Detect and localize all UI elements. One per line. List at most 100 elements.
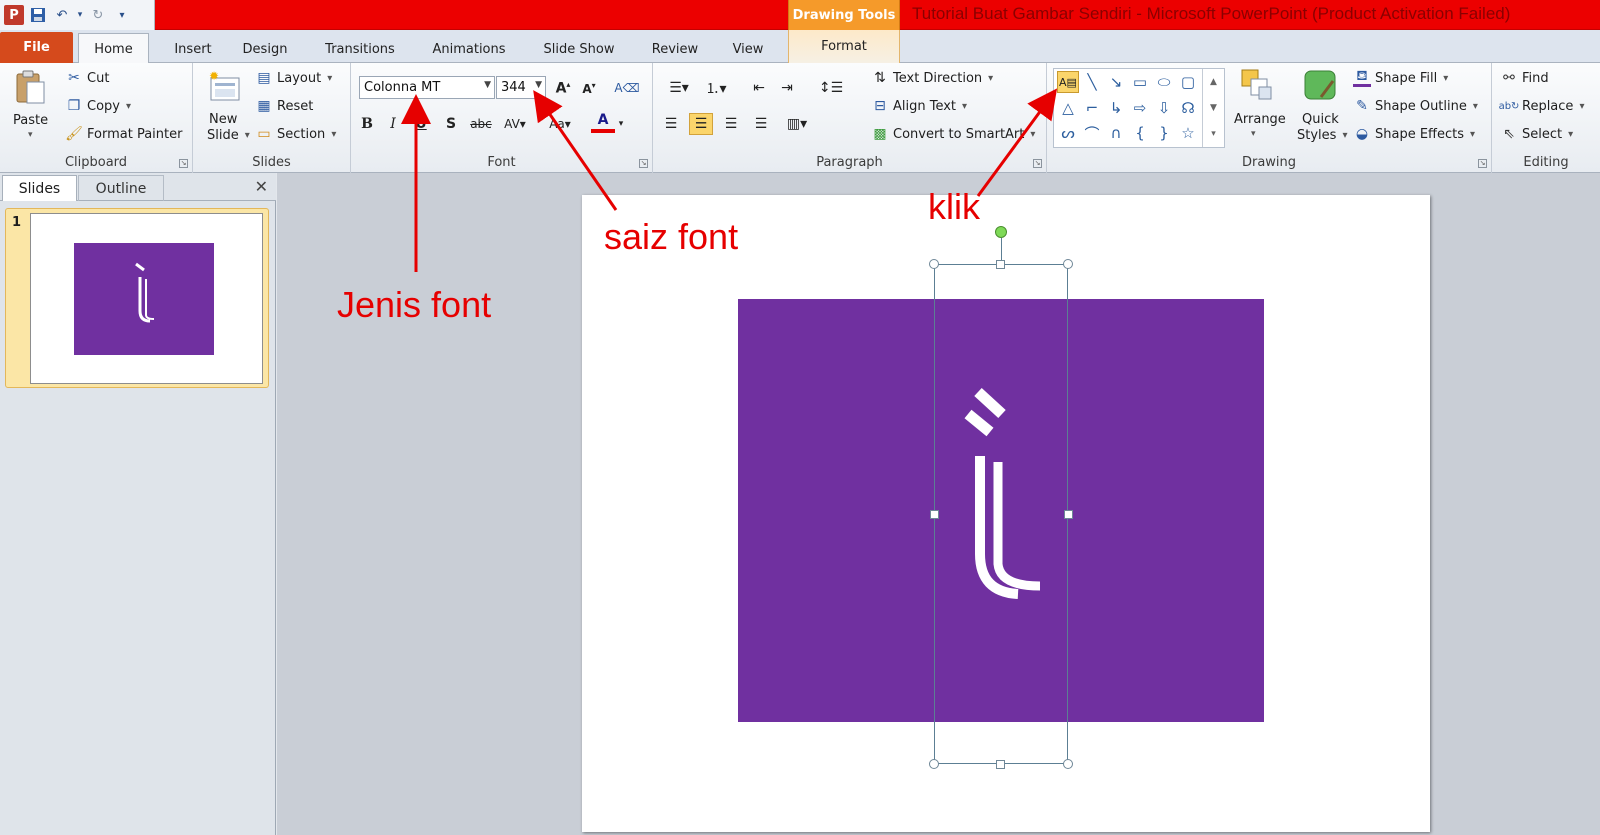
close-icon[interactable]: ✕ <box>255 177 268 196</box>
numbering-button[interactable]: ⒈▾ <box>699 77 733 99</box>
grow-font-button[interactable]: A▴ <box>551 77 575 99</box>
arrange-dropdown-icon[interactable]: ▾ <box>1251 129 1256 139</box>
convert-smartart-button[interactable]: ▩ Convert to SmartArt <box>871 125 1035 143</box>
rounded-rectangle-shape-icon[interactable]: ▢ <box>1177 71 1199 93</box>
gallery-up-icon[interactable]: ▲ <box>1210 77 1217 87</box>
quick-styles-button[interactable]: Styles <box>1297 128 1347 143</box>
oval-shape-icon[interactable]: ⬭ <box>1153 71 1175 93</box>
star-shape-icon[interactable]: ☆ <box>1177 122 1199 144</box>
gallery-down-icon[interactable]: ▼ <box>1210 103 1217 113</box>
paragraph-dialog-launcher[interactable]: ↘ <box>1033 159 1042 168</box>
resize-handle-top[interactable] <box>996 260 1005 269</box>
right-arrow-shape-icon[interactable]: ⇨ <box>1129 97 1151 119</box>
resize-handle-top-left[interactable] <box>929 259 939 269</box>
justify-button[interactable]: ☰ <box>749 113 773 135</box>
tab-home[interactable]: Home <box>78 33 149 64</box>
shape-effects-button[interactable]: ◒ Shape Effects <box>1353 125 1475 143</box>
font-size-dropdown-icon[interactable]: ▼ <box>535 80 542 90</box>
bold-button[interactable]: B <box>355 113 379 135</box>
font-name-combo[interactable]: Colonna MT ▼ <box>359 76 495 99</box>
undo-icon[interactable]: ↶ <box>52 5 72 25</box>
strikethrough-button[interactable]: abc <box>469 113 493 135</box>
gallery-more-icon[interactable]: ▾ <box>1211 129 1216 139</box>
resize-handle-bottom-right[interactable] <box>1063 759 1073 769</box>
triangle-shape-icon[interactable]: △ <box>1057 97 1079 119</box>
align-right-button[interactable]: ☰ <box>719 113 743 135</box>
layout-button[interactable]: ▤ Layout <box>255 69 332 87</box>
tab-review[interactable]: Review <box>644 36 706 63</box>
format-painter-button[interactable]: 🖌 Format Painter <box>65 125 182 143</box>
tab-format[interactable]: Format <box>788 30 900 63</box>
font-size-combo[interactable]: 344 ▼ <box>496 76 546 99</box>
paste-icon[interactable] <box>12 69 48 105</box>
reset-button[interactable]: ▦ Reset <box>255 97 313 115</box>
cut-button[interactable]: ✂ Cut <box>65 69 109 87</box>
new-slide-icon[interactable]: ✹ <box>207 69 243 105</box>
rectangle-shape-icon[interactable]: ▭ <box>1129 71 1151 93</box>
shape-outline-button[interactable]: ✎ Shape Outline <box>1353 97 1478 115</box>
line-shape-icon[interactable]: ╲ <box>1081 71 1103 93</box>
shapes-gallery-scroll[interactable]: ▲ ▼ ▾ <box>1202 69 1224 147</box>
scribble-shape-icon[interactable]: ᔕ <box>1057 122 1079 144</box>
tab-slides-pane[interactable]: Slides <box>2 175 77 201</box>
powerpoint-app-icon[interactable]: P <box>4 5 24 25</box>
shape-fill-button[interactable]: ⛾ Shape Fill <box>1353 68 1448 87</box>
rotation-handle[interactable] <box>995 226 1007 238</box>
bullets-button[interactable]: ☰▾ <box>663 77 695 99</box>
character-spacing-button[interactable]: AV▾ <box>503 113 527 135</box>
font-dialog-launcher[interactable]: ↘ <box>639 159 648 168</box>
line-spacing-button[interactable]: ↕☰ <box>815 77 847 99</box>
font-color-button[interactable]: A <box>591 111 615 133</box>
left-brace-shape-icon[interactable]: { <box>1129 122 1151 144</box>
underline-button[interactable]: U <box>409 113 433 135</box>
align-center-button[interactable]: ☰ <box>689 113 713 135</box>
shrink-font-button[interactable]: A▾ <box>577 77 601 99</box>
columns-button[interactable]: ▥▾ <box>781 113 813 135</box>
quick-styles-icon[interactable] <box>1303 67 1339 103</box>
tab-insert[interactable]: Insert <box>160 36 226 63</box>
undo-dropdown-icon[interactable]: ▾ <box>76 5 84 25</box>
tab-slide-show[interactable]: Slide Show <box>534 36 624 63</box>
paste-button[interactable]: Paste <box>13 113 48 128</box>
elbow-arrow-connector-shape-icon[interactable]: ↳ <box>1105 97 1127 119</box>
resize-handle-top-right[interactable] <box>1063 259 1073 269</box>
align-left-button[interactable]: ☰ <box>659 113 683 135</box>
resize-handle-right[interactable] <box>1064 510 1073 519</box>
increase-indent-button[interactable]: ⇥ <box>775 77 799 99</box>
change-case-button[interactable]: Aa▾ <box>545 113 575 135</box>
tab-animations[interactable]: Animations <box>424 36 514 63</box>
font-color-dropdown-icon[interactable]: ▾ <box>615 113 627 135</box>
slide-thumbnail[interactable] <box>30 213 263 384</box>
clipboard-dialog-launcher[interactable]: ↘ <box>179 159 188 168</box>
arrow-line-shape-icon[interactable]: ↘ <box>1105 71 1127 93</box>
find-button[interactable]: ⚯ Find <box>1500 69 1549 87</box>
replace-button[interactable]: ab↻ Replace <box>1499 97 1584 115</box>
customize-toolbar-icon[interactable]: ▾ <box>112 5 132 25</box>
paste-dropdown-icon[interactable]: ▾ <box>28 130 33 140</box>
resize-handle-bottom[interactable] <box>996 760 1005 769</box>
tab-outline-pane[interactable]: Outline <box>78 175 164 201</box>
tab-transitions[interactable]: Transitions <box>314 36 406 63</box>
curve-shape-icon[interactable]: ∩ <box>1105 122 1127 144</box>
section-button[interactable]: ▭ Section <box>255 125 336 143</box>
redo-icon[interactable]: ↻ <box>88 5 108 25</box>
copy-button[interactable]: ❐ Copy <box>65 97 131 115</box>
tab-file[interactable]: File <box>0 32 73 63</box>
right-brace-shape-icon[interactable]: } <box>1153 122 1175 144</box>
resize-handle-bottom-left[interactable] <box>929 759 939 769</box>
text-box-shape-icon[interactable]: A▤ <box>1057 71 1079 93</box>
new-slide-button[interactable]: Slide <box>207 128 250 143</box>
resize-handle-left[interactable] <box>930 510 939 519</box>
arrange-icon[interactable] <box>1239 67 1275 103</box>
align-text-button[interactable]: ⊟ Align Text <box>871 97 967 115</box>
arrange-button[interactable]: Arrange <box>1234 112 1286 127</box>
text-box-selection[interactable] <box>934 264 1068 764</box>
freeform-shape-icon[interactable]: ☊ <box>1177 97 1199 119</box>
italic-button[interactable]: I <box>381 113 405 135</box>
shadow-button[interactable]: S <box>439 113 463 135</box>
tab-view[interactable]: View <box>720 36 776 63</box>
drawing-dialog-launcher[interactable]: ↘ <box>1478 159 1487 168</box>
tab-design[interactable]: Design <box>232 36 298 63</box>
clear-formatting-button[interactable]: A⌫ <box>614 77 639 99</box>
decrease-indent-button[interactable]: ⇤ <box>747 77 771 99</box>
